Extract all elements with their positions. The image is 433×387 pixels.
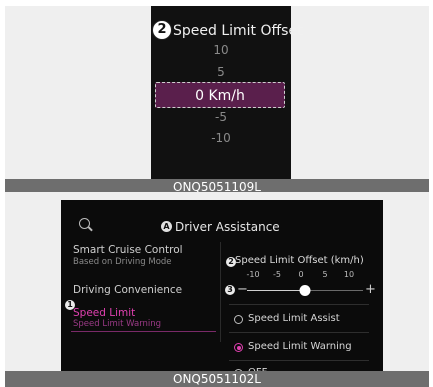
search-icon[interactable] xyxy=(79,218,90,229)
slider-tick-label: 10 xyxy=(343,270,355,279)
option-label[interactable]: Speed Limit Assist xyxy=(248,313,340,324)
callout-marker-a: A xyxy=(161,221,172,232)
offset-wheel-title: Speed Limit Offset xyxy=(173,23,303,39)
offset-setting-title: Speed Limit Offset (km/h) xyxy=(235,255,364,266)
menu-item-smart-cruise-control[interactable]: Smart Cruise Control xyxy=(73,244,183,256)
radio-speed-limit-assist[interactable] xyxy=(234,315,243,324)
slider-tick-label: 5 xyxy=(322,270,328,279)
divider xyxy=(229,304,369,305)
figure-caption: ONQ5051102L xyxy=(5,371,429,387)
offset-value-option[interactable]: -5 xyxy=(151,110,291,124)
offset-wheel-panel: 2 Speed Limit Offset 10 5 0 Km/h -5 -10 xyxy=(151,6,303,182)
slider-tick-label: -5 xyxy=(273,270,281,279)
offset-value-option[interactable]: 5 xyxy=(151,65,291,79)
figure-driver-assistance: A Driver Assistance Smart Cruise Control… xyxy=(5,192,429,376)
menu-item-sublabel: Based on Driving Mode xyxy=(73,257,172,267)
offset-value-option[interactable]: -10 xyxy=(151,131,291,145)
callout-marker-3: 3 xyxy=(225,285,235,295)
option-label[interactable]: Speed Limit Warning xyxy=(248,341,352,352)
page-title: Driver Assistance xyxy=(175,220,280,234)
divider xyxy=(229,360,369,361)
offset-value-option[interactable]: 10 xyxy=(151,43,291,57)
slider-tick-label: -10 xyxy=(246,270,260,279)
menu-item-driving-convenience[interactable]: Driving Convenience xyxy=(73,284,182,296)
offset-value-selected[interactable]: 0 Km/h xyxy=(155,82,285,108)
divider xyxy=(229,332,369,333)
driver-assistance-panel: A Driver Assistance Smart Cruise Control… xyxy=(61,200,383,376)
menu-item-speed-limit[interactable]: Speed Limit xyxy=(73,307,135,319)
radio-speed-limit-warning[interactable] xyxy=(234,343,243,352)
figure-speed-limit-offset-wheel: 2 Speed Limit Offset 10 5 0 Km/h -5 -10 xyxy=(5,6,429,182)
slider-tick-label: 0 xyxy=(298,270,304,279)
offset-slider-thumb[interactable] xyxy=(299,285,311,296)
offset-slider-fill xyxy=(247,290,305,291)
menu-item-sublabel: Speed Limit Warning xyxy=(73,319,162,329)
increase-button[interactable]: + xyxy=(365,283,376,296)
callout-marker-2: 2 xyxy=(152,20,172,40)
divider xyxy=(220,242,221,342)
selection-indicator xyxy=(71,331,216,332)
